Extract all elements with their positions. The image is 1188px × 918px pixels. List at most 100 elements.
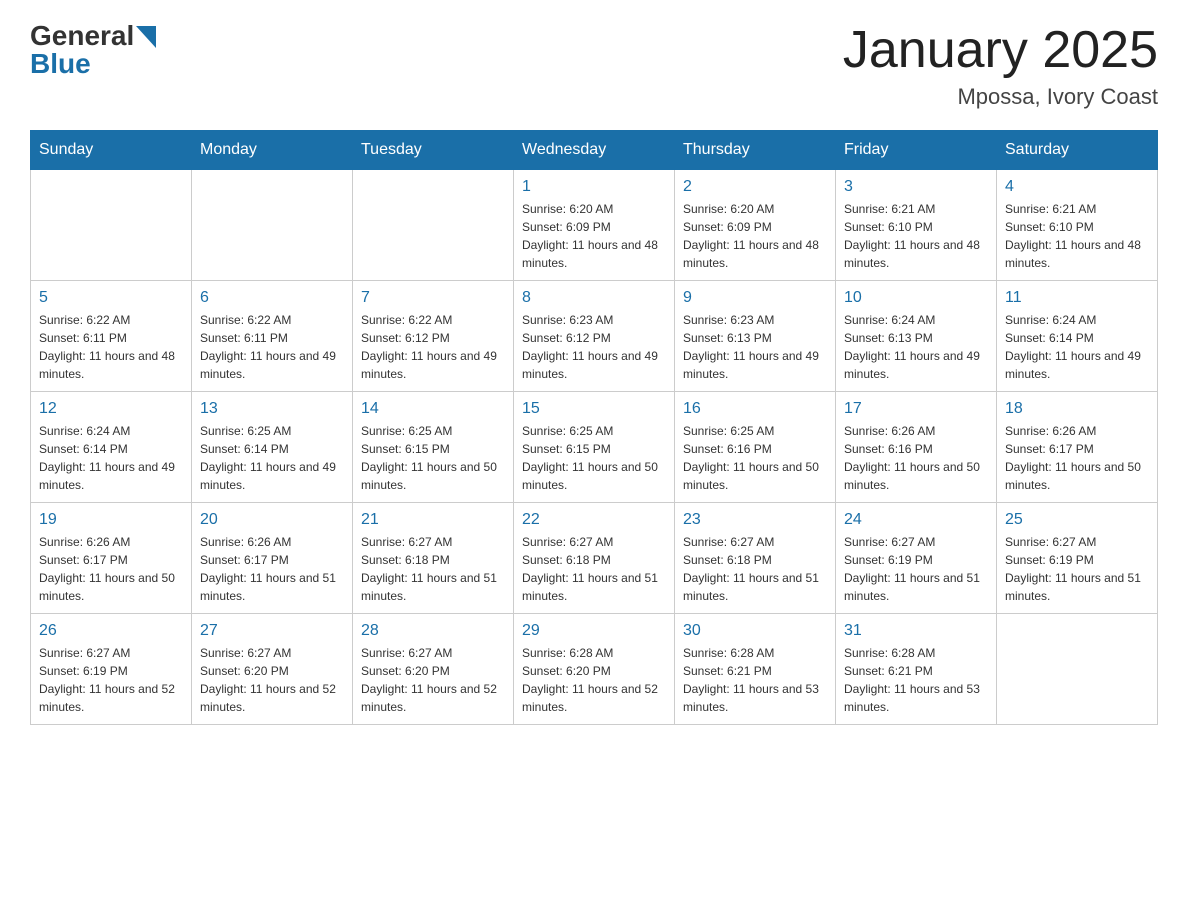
day-number: 23 [683, 511, 827, 529]
calendar-cell: 21Sunrise: 6:27 AM Sunset: 6:18 PM Dayli… [353, 503, 514, 614]
day-number: 2 [683, 178, 827, 196]
calendar-cell: 1 Sunrise: 6:20 AM Sunset: 6:09 PM Daylig… [514, 170, 675, 281]
day-info: Sunrise: 6:21 AM Sunset: 6:10 PM Dayligh… [844, 200, 988, 272]
calendar-week-row: 26 Sunrise: 6:27 AM Sunset: 6:19 PM Dayli… [31, 614, 1158, 725]
calendar-cell: 22 Sunrise: 6:27 AM Sunset: 6:18 PM Dayli… [514, 503, 675, 614]
day-info: Sunrise: 6:28 AM Sunset: 6:21 PM Dayligh… [844, 644, 988, 716]
weekday-header-friday: Friday [836, 131, 997, 170]
day-info: Sunrise: 6:27 AM Sunset: 6:19 PM Dayligh… [1005, 533, 1149, 605]
calendar-cell: 27 Sunrise: 6:27 AM Sunset: 6:20 PM Dayli… [192, 614, 353, 725]
logo: General Blue [30, 20, 156, 80]
calendar-cell: 26 Sunrise: 6:27 AM Sunset: 6:19 PM Dayli… [31, 614, 192, 725]
calendar-cell: 14Sunrise: 6:25 AM Sunset: 6:15 PM Dayli… [353, 392, 514, 503]
calendar-cell: 23 Sunrise: 6:27 AM Sunset: 6:18 PM Dayli… [675, 503, 836, 614]
day-number: 4 [1005, 178, 1149, 196]
day-info: Sunrise: 6:22 AM Sunset: 6:11 PM Dayligh… [39, 311, 183, 383]
day-number: 6 [200, 289, 344, 307]
weekday-header-monday: Monday [192, 131, 353, 170]
day-number: 14 [361, 400, 505, 418]
day-info: Sunrise: 6:20 AM Sunset: 6:09 PM Dayligh… [522, 200, 666, 272]
day-number: 18 [1005, 400, 1149, 418]
day-number: 1 [522, 178, 666, 196]
calendar-cell: 29 Sunrise: 6:28 AM Sunset: 6:20 PM Dayli… [514, 614, 675, 725]
calendar-cell: 12 Sunrise: 6:24 AM Sunset: 6:14 PM Dayli… [31, 392, 192, 503]
weekday-header-tuesday: Tuesday [353, 131, 514, 170]
title-block: January 2025 Mpossa, Ivory Coast [843, 20, 1158, 110]
day-info: Sunrise: 6:26 AM Sunset: 6:16 PM Dayligh… [844, 422, 988, 494]
day-number: 27 [200, 622, 344, 640]
day-info: Sunrise: 6:27 AM Sunset: 6:19 PM Dayligh… [39, 644, 183, 716]
calendar-cell: 16Sunrise: 6:25 AM Sunset: 6:16 PM Dayli… [675, 392, 836, 503]
calendar-cell: 15 Sunrise: 6:25 AM Sunset: 6:15 PM Dayli… [514, 392, 675, 503]
day-info: Sunrise: 6:21 AM Sunset: 6:10 PM Dayligh… [1005, 200, 1149, 272]
day-number: 31 [844, 622, 988, 640]
day-info: Sunrise: 6:20 AM Sunset: 6:09 PM Dayligh… [683, 200, 827, 272]
calendar-week-row: 5Sunrise: 6:22 AM Sunset: 6:11 PM Daylig… [31, 281, 1158, 392]
calendar-cell: 8Sunrise: 6:23 AM Sunset: 6:12 PM Daylig… [514, 281, 675, 392]
day-number: 20 [200, 511, 344, 529]
day-info: Sunrise: 6:27 AM Sunset: 6:18 PM Dayligh… [522, 533, 666, 605]
day-number: 24 [844, 511, 988, 529]
logo-blue-text: Blue [30, 48, 91, 80]
day-info: Sunrise: 6:22 AM Sunset: 6:11 PM Dayligh… [200, 311, 344, 383]
day-number: 28 [361, 622, 505, 640]
day-info: Sunrise: 6:24 AM Sunset: 6:13 PM Dayligh… [844, 311, 988, 383]
day-number: 29 [522, 622, 666, 640]
day-number: 9 [683, 289, 827, 307]
weekday-header-sunday: Sunday [31, 131, 192, 170]
day-number: 10 [844, 289, 988, 307]
calendar-cell: 5Sunrise: 6:22 AM Sunset: 6:11 PM Daylig… [31, 281, 192, 392]
calendar-week-row: 1 Sunrise: 6:20 AM Sunset: 6:09 PM Daylig… [31, 170, 1158, 281]
day-info: Sunrise: 6:27 AM Sunset: 6:20 PM Dayligh… [361, 644, 505, 716]
calendar-cell: 3 Sunrise: 6:21 AM Sunset: 6:10 PM Daylig… [836, 170, 997, 281]
day-number: 7 [361, 289, 505, 307]
calendar-cell: 10 Sunrise: 6:24 AM Sunset: 6:13 PM Dayli… [836, 281, 997, 392]
day-number: 30 [683, 622, 827, 640]
calendar-header-row: SundayMondayTuesdayWednesdayThursdayFrid… [31, 131, 1158, 170]
calendar-cell: 20Sunrise: 6:26 AM Sunset: 6:17 PM Dayli… [192, 503, 353, 614]
calendar-cell: 9 Sunrise: 6:23 AM Sunset: 6:13 PM Daylig… [675, 281, 836, 392]
logo-arrow-icon [134, 24, 156, 48]
day-number: 26 [39, 622, 183, 640]
day-number: 15 [522, 400, 666, 418]
calendar-cell: 28 Sunrise: 6:27 AM Sunset: 6:20 PM Dayli… [353, 614, 514, 725]
day-info: Sunrise: 6:23 AM Sunset: 6:13 PM Dayligh… [683, 311, 827, 383]
calendar-cell: 19 Sunrise: 6:26 AM Sunset: 6:17 PM Dayli… [31, 503, 192, 614]
calendar-cell: 13 Sunrise: 6:25 AM Sunset: 6:14 PM Dayli… [192, 392, 353, 503]
day-number: 8 [522, 289, 666, 307]
day-number: 12 [39, 400, 183, 418]
day-info: Sunrise: 6:27 AM Sunset: 6:18 PM Dayligh… [361, 533, 505, 605]
calendar-week-row: 19 Sunrise: 6:26 AM Sunset: 6:17 PM Dayli… [31, 503, 1158, 614]
calendar-cell [31, 170, 192, 281]
day-info: Sunrise: 6:28 AM Sunset: 6:20 PM Dayligh… [522, 644, 666, 716]
day-info: Sunrise: 6:25 AM Sunset: 6:15 PM Dayligh… [522, 422, 666, 494]
calendar-cell: 2 Sunrise: 6:20 AM Sunset: 6:09 PM Daylig… [675, 170, 836, 281]
location-title: Mpossa, Ivory Coast [843, 84, 1158, 110]
calendar-cell: 25 Sunrise: 6:27 AM Sunset: 6:19 PM Dayli… [997, 503, 1158, 614]
day-number: 3 [844, 178, 988, 196]
calendar-cell [997, 614, 1158, 725]
day-info: Sunrise: 6:27 AM Sunset: 6:20 PM Dayligh… [200, 644, 344, 716]
page-header: General Blue January 2025 Mpossa, Ivory … [30, 20, 1158, 110]
day-info: Sunrise: 6:25 AM Sunset: 6:14 PM Dayligh… [200, 422, 344, 494]
calendar-cell: 17 Sunrise: 6:26 AM Sunset: 6:16 PM Dayli… [836, 392, 997, 503]
calendar-cell: 18Sunrise: 6:26 AM Sunset: 6:17 PM Dayli… [997, 392, 1158, 503]
day-number: 16 [683, 400, 827, 418]
calendar-cell: 6 Sunrise: 6:22 AM Sunset: 6:11 PM Daylig… [192, 281, 353, 392]
day-number: 19 [39, 511, 183, 529]
calendar-table: SundayMondayTuesdayWednesdayThursdayFrid… [30, 130, 1158, 725]
day-number: 13 [200, 400, 344, 418]
day-number: 11 [1005, 289, 1149, 307]
day-number: 22 [522, 511, 666, 529]
day-number: 25 [1005, 511, 1149, 529]
calendar-cell [353, 170, 514, 281]
day-info: Sunrise: 6:24 AM Sunset: 6:14 PM Dayligh… [39, 422, 183, 494]
day-info: Sunrise: 6:27 AM Sunset: 6:18 PM Dayligh… [683, 533, 827, 605]
day-info: Sunrise: 6:24 AM Sunset: 6:14 PM Dayligh… [1005, 311, 1149, 383]
day-number: 17 [844, 400, 988, 418]
day-info: Sunrise: 6:22 AM Sunset: 6:12 PM Dayligh… [361, 311, 505, 383]
calendar-cell: 30 Sunrise: 6:28 AM Sunset: 6:21 PM Dayli… [675, 614, 836, 725]
weekday-header-saturday: Saturday [997, 131, 1158, 170]
day-info: Sunrise: 6:28 AM Sunset: 6:21 PM Dayligh… [683, 644, 827, 716]
day-info: Sunrise: 6:26 AM Sunset: 6:17 PM Dayligh… [39, 533, 183, 605]
